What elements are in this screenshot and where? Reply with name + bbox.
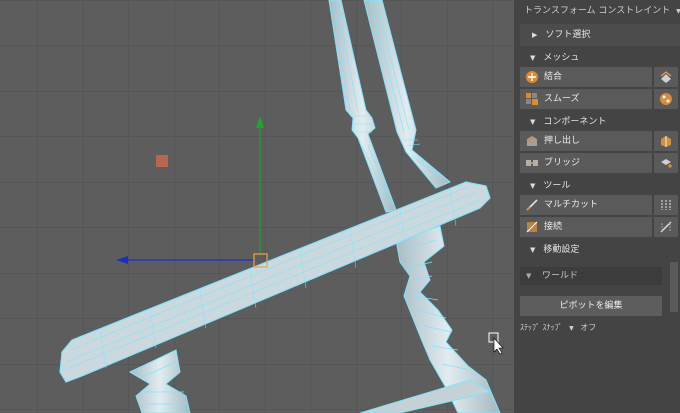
viewport-canvas[interactable] [0, 0, 514, 413]
section-tools-label: ツール [543, 181, 571, 191]
section-component[interactable]: ▼ コンポーネント [520, 113, 680, 131]
move-space-value: ワールド [542, 271, 579, 281]
dropdown-arrow-icon: ▼ [676, 8, 680, 15]
collapse-triangle-icon: ▼ [530, 246, 536, 254]
connect-icon [526, 221, 538, 233]
connect-options-icon [660, 221, 672, 233]
dropdown-arrow-icon: ▼ [569, 325, 574, 332]
step-snap-label: ｽﾃｯﾌﾟ ｽﾅｯﾌﾟ [520, 323, 563, 332]
section-component-label: コンポーネント [543, 117, 607, 127]
edit-pivot-button[interactable]: ピボットを編集 [520, 296, 662, 316]
connect-label: 接続 [544, 222, 563, 232]
connect-button[interactable]: 接続 [520, 217, 652, 237]
soft-select-label: ソフト選択 [545, 30, 591, 40]
combine-options-button[interactable] [654, 67, 678, 87]
3d-viewport[interactable] [0, 0, 514, 413]
smooth-options-button[interactable] [654, 89, 678, 109]
section-mesh[interactable]: ▼ メッシュ [520, 49, 680, 67]
transform-constraint-row[interactable]: トランスフォーム コンストレイント ▼ オフ [514, 0, 680, 22]
combine-icon [526, 71, 538, 83]
multicut-button[interactable]: マルチカット [520, 195, 652, 215]
section-mesh-label: メッシュ [543, 53, 580, 63]
section-move-settings[interactable]: ▼ 移動設定 [520, 241, 680, 259]
connect-options-button[interactable] [654, 217, 678, 237]
smooth-icon [526, 93, 538, 105]
bridge-options-icon [661, 159, 672, 168]
combine-label: 結合 [544, 72, 563, 82]
extrude-icon [527, 136, 537, 146]
collapse-triangle-icon: ▼ [530, 182, 536, 190]
bridge-label: ブリッジ [544, 158, 581, 168]
combine-options-icon [660, 71, 672, 83]
section-tools[interactable]: ▼ ツール [520, 177, 680, 195]
collapse-triangle-icon: ▼ [530, 54, 536, 62]
multicut-icon [526, 199, 538, 211]
collapse-triangle-icon: ▼ [530, 118, 536, 126]
smooth-label: スムーズ [544, 94, 580, 104]
multicut-options-icon [661, 200, 671, 210]
bridge-icon [526, 160, 538, 166]
expand-triangle-icon: ▶ [532, 31, 538, 39]
bridge-button[interactable]: ブリッジ [520, 153, 652, 173]
modeling-toolkit-panel: トランスフォーム コンストレイント ▼ オフ ▶ ソフト選択 ▼ メッシュ 結合 ス… [514, 0, 680, 413]
dropdown-arrow-icon: ▼ [526, 272, 532, 280]
soft-select-toggle[interactable]: ▶ ソフト選択 [520, 24, 680, 46]
combine-button[interactable]: 結合 [520, 67, 652, 87]
smooth-button[interactable]: スムーズ [520, 89, 652, 109]
extrude-options-icon [661, 136, 671, 147]
smooth-options-icon [660, 93, 672, 105]
z-axis-handle[interactable] [156, 155, 168, 167]
multicut-label: マルチカット [544, 200, 599, 210]
extrude-button[interactable]: 押し出し [520, 131, 652, 151]
extrude-label: 押し出し [544, 136, 581, 146]
panel-scrollbar[interactable] [670, 262, 678, 312]
extrude-options-button[interactable] [654, 131, 678, 151]
section-move-settings-label: 移動設定 [543, 245, 580, 255]
move-space-dropdown[interactable]: ▼ ワールド [520, 267, 662, 285]
step-snap-value[interactable]: オフ [580, 323, 596, 332]
transform-constraint-label: トランスフォーム コンストレイント [524, 6, 671, 16]
multicut-options-button[interactable] [654, 195, 678, 215]
bridge-options-button[interactable] [654, 153, 678, 173]
edit-pivot-label: ピボットを編集 [559, 301, 623, 311]
step-snap-row[interactable]: ｽﾃｯﾌﾟ ｽﾅｯﾌﾟ ▼ オフ [520, 319, 596, 337]
